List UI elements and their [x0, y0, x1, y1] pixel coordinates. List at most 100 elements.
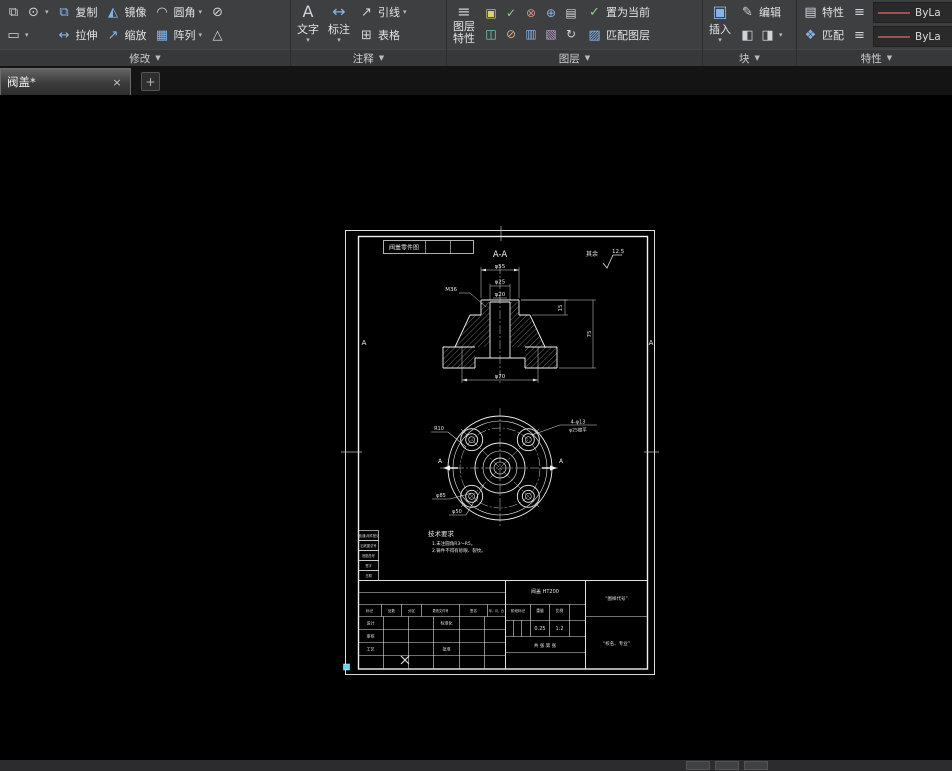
insert-label: 插入: [709, 23, 731, 36]
match-properties-button[interactable]: ❖ 匹配: [800, 24, 846, 46]
dim-d20: φ20: [495, 292, 506, 298]
array-icon: ▦: [155, 27, 169, 43]
copy-label: 复制: [75, 6, 98, 19]
modify-panel-label[interactable]: 修改 ▼: [0, 49, 290, 66]
caret-icon: ▾: [198, 7, 203, 16]
set-current-button[interactable]: ✓ 置为当前: [584, 1, 652, 23]
layers-panel-label[interactable]: 图层 ▼: [447, 49, 702, 66]
stretch-button[interactable]: ↔ 拉伸: [54, 24, 100, 46]
insert-button[interactable]: ▣ 插入 ▾: [706, 1, 734, 48]
set-current-icon: ✓: [589, 4, 600, 20]
linetype-list-button[interactable]: ≡: [849, 1, 870, 23]
dimension-button[interactable]: ↔ 标注 ▾: [325, 1, 353, 48]
tb-h5: 签名: [470, 608, 477, 613]
file-tab-valve-cover[interactable]: 阀盖* ×: [0, 68, 131, 95]
modify-col-2: ◭ 镜像 ↗ 缩放: [103, 1, 149, 46]
layer-tool-icon-4[interactable]: ⊕: [546, 7, 556, 19]
caret-icon: ▾: [337, 36, 341, 44]
tab-close-icon[interactable]: ×: [110, 76, 124, 89]
sheet-annotations: A-A 其余 12.5 A A: [362, 249, 654, 347]
layer-tool-icon-7[interactable]: ⊘: [506, 28, 516, 40]
table-label: 表格: [378, 29, 400, 42]
file-tab-bar: 阀盖* × +: [0, 66, 952, 95]
new-tab-button[interactable]: +: [141, 72, 160, 91]
array-button[interactable]: ▦ 阵列 ▾: [152, 24, 205, 46]
side-block-5: 日期: [365, 573, 371, 578]
dim-h15: 15: [558, 304, 564, 311]
panel-caret-icon: ▼: [155, 53, 161, 62]
annotate-panel-content: A 文字 ▾ ↔ 标注 ▾ ↗ 引线 ▾ ⊞ 表格: [291, 0, 446, 49]
layer-tool-icon-10[interactable]: ↻: [566, 28, 576, 40]
zone-letter-left: A: [362, 339, 367, 347]
annotate-panel-label[interactable]: 注释 ▼: [291, 49, 446, 66]
explode-button[interactable]: △: [207, 24, 228, 46]
ribbon-panel-layers: ≡ 图层 特性 ▣ ✓ ⊗ ⊕ ▤ ◫ ⊘ ▥ ▧ ↻ ✓ 置为当前 ▨ 匹配图…: [447, 0, 703, 66]
statusbar-button-3[interactable]: [744, 761, 768, 770]
trim-icon: ▭: [7, 27, 20, 43]
match-properties-label: 匹配: [822, 29, 844, 42]
layer-tool-icon-9[interactable]: ▧: [545, 28, 556, 40]
color-line-icon: [878, 11, 910, 14]
linetype-line-icon: [878, 35, 910, 38]
layer-tool-icon-1[interactable]: ▣: [485, 7, 496, 19]
text-button[interactable]: A 文字 ▾: [294, 1, 322, 48]
leader-button[interactable]: ↗ 引线 ▾: [356, 1, 409, 23]
fillet-button[interactable]: ◠ 圆角 ▾: [152, 1, 205, 23]
table-button[interactable]: ⊞ 表格: [356, 24, 409, 46]
layer-tool-icon-8[interactable]: ▥: [525, 28, 536, 40]
match-properties-icon: ❖: [804, 27, 817, 43]
grip-marker[interactable]: [343, 663, 350, 671]
array-label: 阵列: [173, 29, 196, 42]
match-layer-button[interactable]: ▨ 匹配图层: [584, 24, 652, 46]
panel-caret-icon: ▼: [886, 53, 893, 62]
layer-properties-button[interactable]: ≡ 图层 特性: [450, 1, 478, 48]
layer-tool-icon-2[interactable]: ✓: [506, 7, 516, 19]
properties-col-a: ▤ 特性 ❖ 匹配: [800, 1, 846, 46]
properties-panel-title: 特性: [860, 52, 882, 65]
block-tools-button[interactable]: ◧ ◨ ▾: [737, 24, 785, 46]
leader-label: 引线: [378, 6, 400, 19]
tb-weight-value: 0.25: [534, 626, 545, 632]
panel-caret-icon: ▼: [754, 53, 760, 62]
linetype-combo[interactable]: ByLa: [873, 26, 952, 47]
modify-panel-title: 修改: [129, 52, 151, 65]
tb-sheets: 共 张 第 张: [534, 642, 557, 649]
dim-d25: φ25: [495, 280, 506, 286]
scale-icon: ↗: [107, 27, 119, 43]
canvas-markers: [343, 655, 410, 671]
layer-tool-icon-6[interactable]: ◫: [485, 28, 496, 40]
lineweight-list-button[interactable]: ≡: [849, 24, 870, 46]
block-edit-button[interactable]: ✎ 编辑: [737, 1, 785, 23]
tb-h6: 年、月、日: [489, 608, 504, 613]
roughness-icon: [602, 254, 622, 269]
text-icon: A: [302, 1, 314, 21]
drawing-canvas[interactable]: 阀盖零件图 A-A 其余 12.5 A A φ55 φ25 φ20 φ70 15…: [0, 95, 952, 760]
properties-panel-label[interactable]: 特性 ▼: [797, 49, 952, 66]
layer-tool-icon-5[interactable]: ▤: [565, 7, 576, 19]
sheet-top-table: 阀盖零件图: [383, 240, 474, 254]
block-tool-icon-a: ◧: [741, 27, 754, 43]
properties-button[interactable]: ▤ 特性: [800, 1, 846, 23]
erase-button[interactable]: ⊘: [207, 1, 228, 23]
block-panel-label[interactable]: 块 ▼: [703, 49, 796, 66]
layer-properties-label-1: 图层: [453, 20, 475, 33]
scale-button[interactable]: ↗ 缩放: [103, 24, 149, 46]
ribbon-panel-properties: ▤ 特性 ❖ 匹配 ≡ ≡ ByLa ByLa 特性 ▼: [797, 0, 952, 66]
trim-button[interactable]: ▭ ▾: [3, 24, 51, 46]
tb-code: “图样代号”: [605, 595, 628, 602]
block-col: ✎ 编辑 ◧ ◨ ▾: [737, 1, 785, 46]
section-arrow-label-right: A: [559, 458, 564, 465]
mirror-button[interactable]: ◭ 镜像: [103, 1, 149, 23]
object-color-value: ByLa: [915, 6, 941, 19]
move-button[interactable]: ⧉ ⊙ ▾: [3, 1, 51, 23]
copy-icon: ⧉: [59, 4, 69, 20]
statusbar-button-1[interactable]: [686, 761, 710, 770]
tb-r2: 审核: [367, 633, 375, 639]
copy-button[interactable]: ⧉ 复制: [54, 1, 100, 23]
layer-tool-icon-3[interactable]: ⊗: [526, 7, 536, 19]
block-panel-title: 块: [739, 52, 750, 65]
block-edit-label: 编辑: [759, 6, 781, 19]
statusbar-button-2[interactable]: [715, 761, 739, 770]
explode-icon: △: [212, 27, 223, 43]
object-color-combo[interactable]: ByLa: [873, 2, 952, 23]
